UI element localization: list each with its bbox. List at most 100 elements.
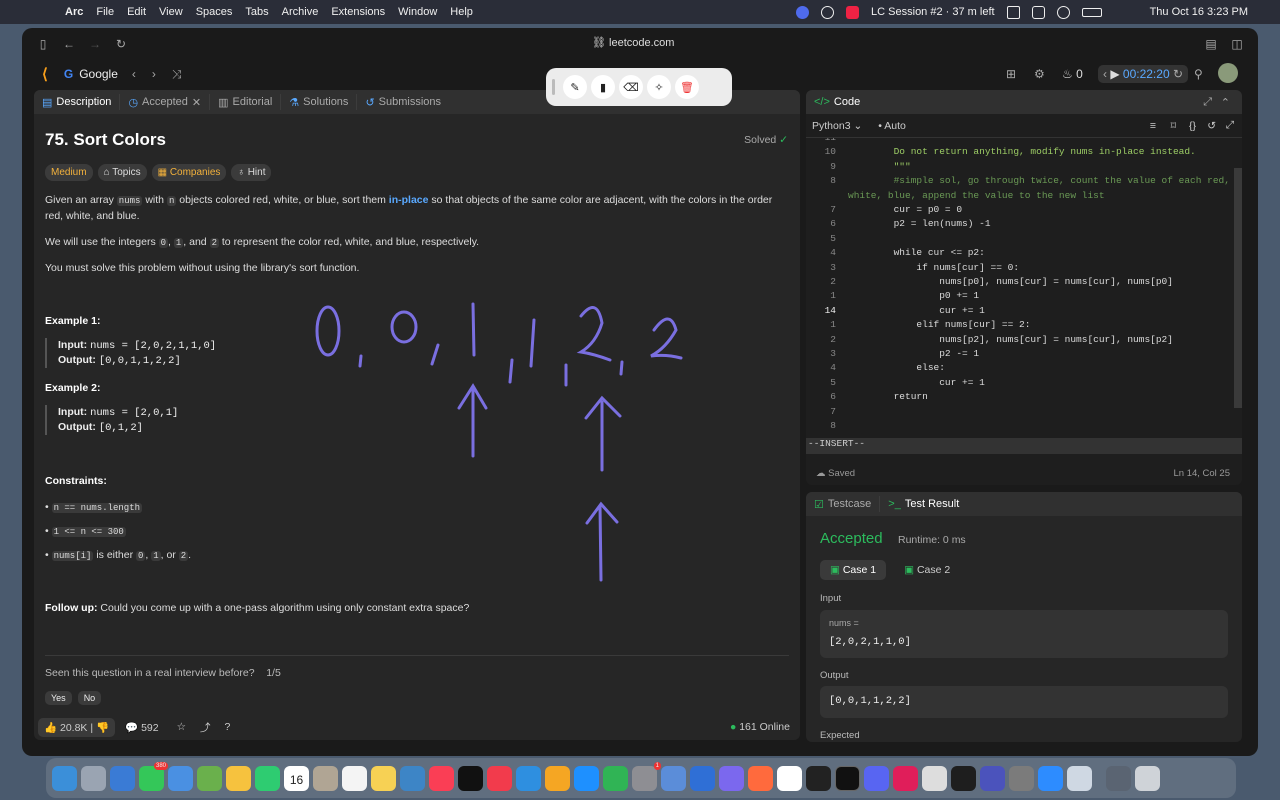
tv-icon[interactable] [458, 765, 483, 791]
tray-app-icon[interactable] [821, 5, 835, 19]
tab-test-result[interactable]: >_ Test Result [880, 496, 967, 512]
magic-wand-icon[interactable]: ✧ [647, 75, 671, 99]
code-line[interactable]: 2 nums[p2], nums[cur] = nums[cur], nums[… [806, 334, 1226, 348]
code-line[interactable]: 3 p2 -= 1 [806, 348, 1226, 362]
menu-file[interactable]: File [96, 6, 114, 18]
figma-icon[interactable] [951, 765, 976, 791]
code-line[interactable]: 14 cur += 1 [806, 305, 1226, 319]
menu-tabs[interactable]: Tabs [245, 6, 268, 18]
menu-view[interactable]: View [159, 6, 183, 18]
code-line[interactable]: 5 [806, 233, 1226, 247]
reader-icon[interactable]: ▤ [1198, 37, 1224, 51]
downloads-folder-icon[interactable] [1106, 765, 1131, 791]
expand-icon[interactable]: ⤢ [1203, 96, 1212, 109]
reminders-icon[interactable] [342, 765, 367, 791]
code-line[interactable]: 11 [806, 138, 1226, 146]
code-editor[interactable]: 1110 Do not return anything, modify nums… [806, 138, 1242, 438]
system-settings-icon[interactable]: 1 [632, 761, 661, 791]
code-line[interactable]: 4 while cur <= p2: [806, 247, 1226, 261]
podcast-icon[interactable] [719, 765, 744, 791]
code-line[interactable]: 6 return [806, 391, 1226, 405]
code-line[interactable]: 2 nums[p0], nums[cur] = nums[cur], nums[… [806, 276, 1226, 290]
code-line[interactable]: 7 [806, 406, 1226, 420]
play-tray-icon[interactable] [1056, 5, 1070, 19]
zoom-icon[interactable] [1038, 765, 1063, 791]
code-line[interactable]: 8 #simple sol, go through twice, count t… [806, 175, 1230, 189]
calendar-app-icon[interactable] [922, 765, 947, 791]
code-line[interactable]: 7 cur = p0 = 0 [806, 204, 1226, 218]
maps-icon[interactable] [197, 765, 222, 791]
back-icon[interactable]: ← [56, 37, 82, 51]
shuffle-icon[interactable]: ⤨ [172, 67, 182, 82]
add-friend-icon[interactable]: ⚲ [1194, 67, 1203, 81]
tray-cube-icon[interactable] [1006, 5, 1020, 19]
highlighter-icon[interactable]: ▮ [591, 75, 615, 99]
code-line[interactable]: 6 p2 = len(nums) -1 [806, 218, 1226, 232]
menu-window[interactable]: Window [398, 6, 437, 18]
menu-edit[interactable]: Edit [127, 6, 146, 18]
notes-icon[interactable] [371, 765, 396, 791]
numbers-icon[interactable] [603, 765, 628, 791]
editor-scrollbar[interactable] [1234, 168, 1242, 408]
code-line[interactable]: 4 else: [806, 362, 1226, 376]
code-line[interactable]: 5 cur += 1 [806, 377, 1226, 391]
battery-icon[interactable] [1081, 7, 1102, 17]
xcode-icon[interactable] [690, 765, 715, 791]
reload-icon[interactable]: ↻ [108, 37, 134, 51]
timer-widget[interactable]: ‹ ▶ 00:22:20 ↻ [1098, 65, 1189, 83]
language-select[interactable]: Python3 ⌄ [812, 120, 862, 132]
bookmark-icon[interactable]: ⌑ [1171, 120, 1176, 132]
streak-counter[interactable]: ♨ 0 [1062, 67, 1083, 81]
pages-icon[interactable] [545, 765, 570, 791]
recording-tray-icon[interactable] [846, 5, 860, 19]
trash-icon[interactable]: 🗑 [675, 75, 699, 99]
messages-icon[interactable]: 380 [139, 761, 168, 791]
launchpad-icon[interactable] [81, 765, 106, 791]
music-icon[interactable] [429, 765, 454, 791]
pen-icon[interactable]: ✎ [563, 75, 587, 99]
zoom-tray-icon[interactable] [796, 5, 810, 19]
problem-list-label[interactable]: Google [79, 67, 118, 81]
url-bar[interactable]: ⛓ leetcode.com [592, 36, 674, 49]
notion-icon[interactable] [777, 765, 802, 791]
collapse-icon[interactable]: ⌃ [1221, 96, 1230, 109]
reset-icon[interactable]: ↺ [1207, 120, 1216, 132]
app-store-icon[interactable] [574, 765, 599, 791]
menu-spaces[interactable]: Spaces [196, 6, 233, 18]
next-problem-icon[interactable]: › [152, 67, 156, 81]
case-2-tab[interactable]: ▣ Case 2 [894, 560, 960, 580]
code-line[interactable]: 10 Do not return anything, modify nums i… [806, 146, 1226, 160]
layout-grid-icon[interactable]: ⊞ [1006, 67, 1016, 81]
iphone-mirroring-icon[interactable] [661, 765, 686, 791]
teams-icon[interactable] [980, 765, 1005, 791]
tab-testcase[interactable]: ☑ Testcase [806, 496, 881, 512]
facetime-icon[interactable] [255, 765, 280, 791]
mail-icon[interactable] [168, 765, 193, 791]
terminal-app-icon[interactable] [835, 765, 860, 791]
calendar-icon[interactable]: 16 [284, 765, 309, 791]
drag-handle[interactable] [552, 79, 555, 95]
trash-bin-icon[interactable] [1135, 765, 1160, 791]
chatgpt-icon[interactable] [1009, 765, 1034, 791]
menu-archive[interactable]: Archive [282, 6, 319, 18]
notion-tray-icon[interactable] [1031, 5, 1045, 19]
safari-icon[interactable] [110, 765, 135, 791]
sidebar-toggle-icon[interactable]: ▯ [30, 37, 56, 51]
prev-problem-icon[interactable]: ‹ [132, 67, 136, 81]
case-1-tab[interactable]: ▣ Case 1 [820, 560, 887, 580]
cursor-app-icon[interactable] [806, 765, 831, 791]
code-line[interactable]: 8 [806, 420, 1226, 434]
menubar-datetime[interactable]: Thu Oct 16 3:23 PM [1150, 6, 1248, 18]
contacts-icon[interactable] [313, 765, 338, 791]
braces-icon[interactable]: {} [1189, 120, 1196, 132]
eraser-icon[interactable]: ⌫ [619, 75, 643, 99]
menu-help[interactable]: Help [450, 6, 473, 18]
code-line[interactable]: 1 elif nums[cur] == 2: [806, 319, 1226, 333]
leetcode-logo-icon[interactable]: ⟨ [42, 65, 48, 83]
claude-icon[interactable] [748, 765, 773, 791]
auto-mode[interactable]: • Auto [878, 120, 906, 132]
code-line[interactable]: white, blue, append the value to the new… [806, 190, 1226, 204]
news-icon[interactable] [487, 765, 512, 791]
split-view-icon[interactable]: ◫ [1224, 37, 1250, 51]
forward-icon[interactable]: → [82, 37, 108, 51]
